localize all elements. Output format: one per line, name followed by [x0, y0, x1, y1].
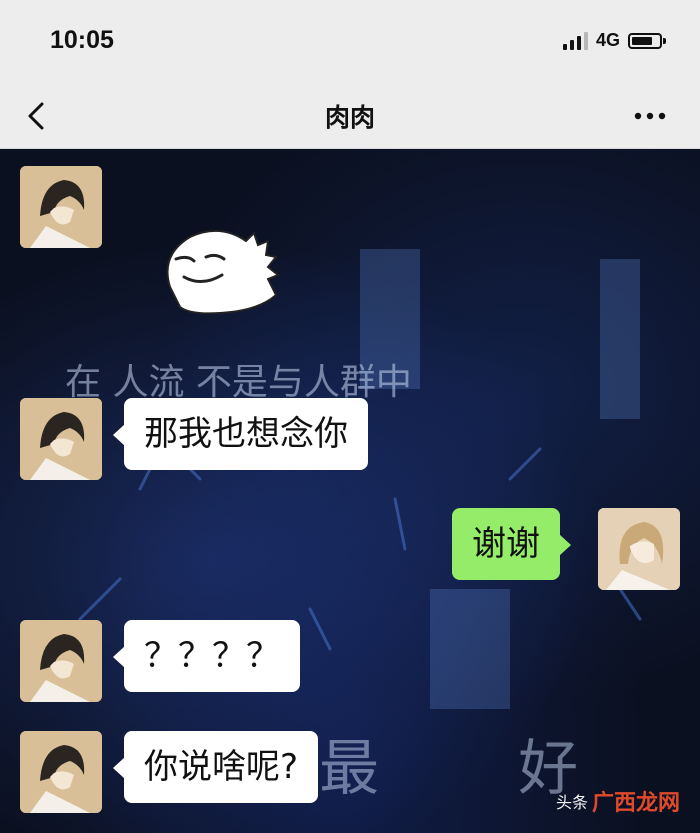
chat-title: 肉肉 [324, 103, 375, 132]
background-calligraphy-line1: 在 人流 不是与人群中 [65, 362, 412, 403]
chat-background-image: 在 人流 不是与人群中 你 最 好 [65, 249, 642, 804]
more-button[interactable] [630, 98, 670, 134]
contact-avatar[interactable] [20, 731, 102, 813]
watermark-prefix: 头条 [555, 793, 588, 812]
more-dots-icon [634, 112, 666, 120]
watermark: 头条 广西龙网 [556, 785, 680, 817]
battery-fill [632, 36, 652, 45]
received-message[interactable]: ？？？？ [113, 620, 300, 692]
status-time: 10:05 [50, 26, 114, 54]
contact-avatar[interactable] [20, 166, 102, 248]
smiling-dinosaur-sticker[interactable] [150, 215, 300, 325]
contact-avatar[interactable] [20, 398, 102, 480]
watermark-brand: 广西龙网 [591, 791, 680, 816]
status-icons: 4G [562, 30, 666, 51]
contact-avatar[interactable] [20, 620, 102, 702]
chat-header: 肉肉 [0, 84, 700, 149]
received-message[interactable]: 你说啥呢? [112, 731, 319, 803]
network-type: 4G [595, 30, 620, 50]
signal-icon [562, 31, 588, 50]
chat-area[interactable]: 在 人流 不是与人群中 你 最 好 那我也想念你 谢谢 ？？？？ 你说啥呢? 头… [0, 149, 700, 833]
status-bar: 10:05 4G [0, 0, 700, 84]
sent-message[interactable]: 谢谢 [452, 508, 571, 580]
battery-icon [628, 32, 666, 49]
received-message[interactable]: 那我也想念你 [113, 398, 368, 470]
user-avatar[interactable] [598, 508, 680, 590]
